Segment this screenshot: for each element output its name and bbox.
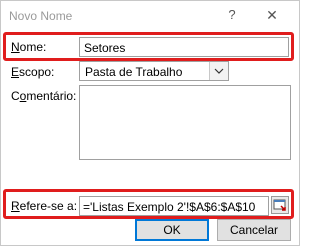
comment-label: Comentário: [11,89,77,103]
refers-to-label: Refere-se a: [11,199,78,213]
scope-label: Escopo: [11,65,55,79]
scope-value: Pasta de Trabalho [85,65,183,79]
chevron-down-icon[interactable] [209,62,228,80]
refers-to-input[interactable]: ='Listas Exemplo 2'!$A$6:$A$10 [79,196,269,216]
name-label: Nome: [11,40,47,54]
cancel-button[interactable]: Cancelar [217,219,291,241]
ok-button[interactable]: OK [135,219,209,241]
collapse-dialog-icon[interactable] [271,196,289,214]
title-bar: Novo Nome ? ✕ [1,1,301,31]
scope-dropdown[interactable]: Pasta de Trabalho [79,61,229,81]
comment-textarea[interactable] [79,85,291,160]
help-button[interactable]: ? [225,7,239,23]
new-name-dialog: Novo Nome ? ✕ Nome: Setores Escopo: Past… [0,0,300,246]
close-button[interactable]: ✕ [265,7,279,23]
dialog-title: Novo Nome [9,9,73,23]
name-input[interactable]: Setores [79,37,289,57]
